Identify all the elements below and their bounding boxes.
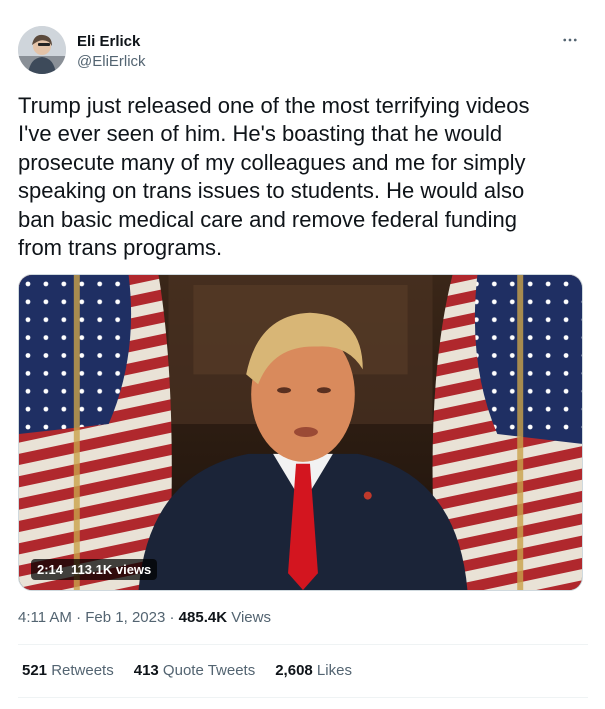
quotes-label: Quote Tweets (158, 662, 256, 679)
meta-separator: · (71, 609, 86, 626)
retweets-stat[interactable]: 521 Retweets (22, 662, 114, 679)
view-count: 485.4K (178, 609, 228, 626)
quote-tweets-stat[interactable]: 413 Quote Tweets (134, 662, 255, 679)
video-player[interactable]: 2:14 113.1K views (18, 274, 583, 591)
video-duration: 2:14 (37, 562, 64, 577)
tweet-header: Eli Erlick @EliErlick (18, 26, 588, 78)
divider (18, 697, 588, 698)
view-label: Views (227, 609, 271, 626)
tweet-date[interactable]: Feb 1, 2023 (85, 609, 165, 626)
avatar[interactable] (18, 26, 66, 74)
tweet-text: Trump just released one of the most terr… (18, 93, 530, 261)
video-thumbnail (19, 275, 582, 590)
tweet-stats: 521 Retweets 413 Quote Tweets 2,608 Like… (22, 662, 352, 679)
divider (18, 644, 588, 645)
video-views: 113.1K views (71, 562, 152, 577)
retweets-label: Retweets (47, 662, 114, 679)
author-name[interactable]: Eli Erlick (77, 33, 140, 50)
likes-stat[interactable]: 2,608 Likes (275, 662, 352, 679)
retweets-count: 521 (22, 662, 48, 679)
tweet: Eli Erlick @EliErlick Trump just release… (0, 0, 605, 709)
avatar-image (18, 26, 66, 74)
quotes-count: 413 (133, 662, 159, 679)
more-horizontal-icon-glyph (563, 38, 577, 42)
author-handle[interactable]: @EliErlick (77, 53, 146, 70)
tweet-time[interactable]: 4:11 AM (18, 609, 72, 626)
video-info-badge: 2:14 113.1K views (31, 559, 158, 580)
meta-separator: · (165, 609, 179, 626)
more-horizontal-icon[interactable] (558, 28, 582, 52)
likes-label: Likes (312, 662, 352, 679)
likes-count: 2,608 (275, 662, 313, 679)
tweet-meta: 4:11 AM · Feb 1, 2023 · 485.4K Views (18, 609, 271, 626)
